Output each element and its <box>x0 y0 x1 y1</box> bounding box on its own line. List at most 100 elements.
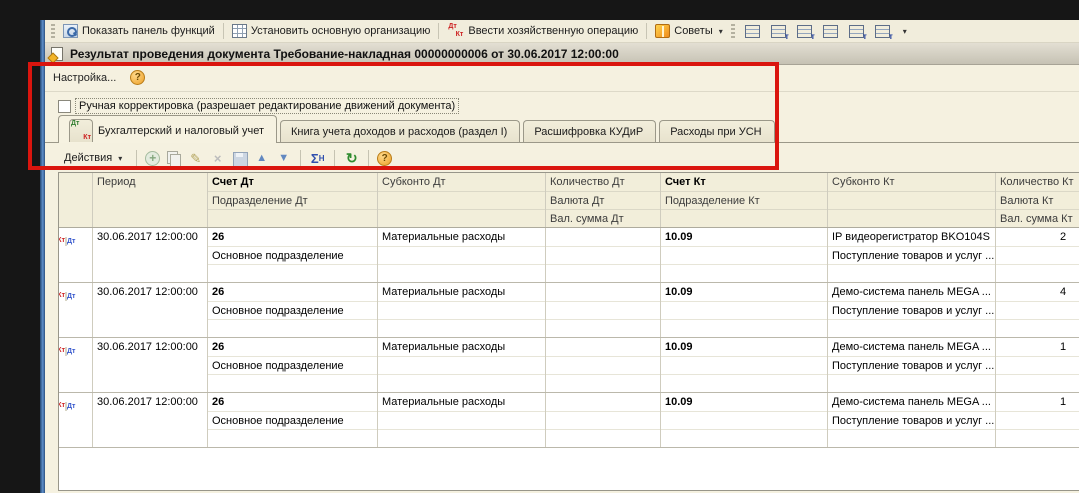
cell-period: 30.06.2017 12:00:00 <box>93 338 208 392</box>
toolbar-grip[interactable] <box>51 24 55 38</box>
actions-menu-button[interactable]: Действия ▾ <box>58 149 128 167</box>
document-arrow-icon[interactable] <box>823 25 838 38</box>
enter-operation-button[interactable]: Дт Кт Ввести хозяйственную операцию <box>443 21 642 41</box>
organization-grid-icon <box>232 24 247 38</box>
tab-label: Бухгалтерский и налоговый учет <box>98 125 264 137</box>
cell-account-kt: 10.09 <box>661 393 828 447</box>
cell-quantity-kt: 1 <box>996 338 1079 392</box>
cell-account-dt: 26Основное подразделение <box>208 283 378 337</box>
cell-account-kt: 10.09 <box>661 338 828 392</box>
tips-button[interactable]: Советы ▾ <box>651 22 727 40</box>
tips-book-icon <box>655 24 670 38</box>
cell-account-dt: 26Основное подразделение <box>208 338 378 392</box>
cell-quantity-dt <box>546 228 661 282</box>
edit-row-icon[interactable]: ✎ <box>187 150 204 167</box>
actions-menu-label: Действия <box>64 152 112 164</box>
show-function-panel-button[interactable]: Показать панель функций <box>59 22 219 40</box>
totals-icon[interactable]: ΣН <box>309 150 326 167</box>
tab-panel: Действия ▾ + ✎ × ▲ ▼ ΣН ↻ ? <box>45 142 1079 493</box>
copy-row-icon[interactable] <box>165 150 182 167</box>
dtkt-red-icon: Дт Кт <box>447 23 464 39</box>
actions-toolbar: Действия ▾ + ✎ × ▲ ▼ ΣН ↻ ? <box>58 146 392 170</box>
show-function-panel-label: Показать панель функций <box>82 25 215 37</box>
postings-table: Период Счет Дт Подразделение Дт Субконто… <box>58 172 1079 491</box>
cell-quantity-kt: 2 <box>996 228 1079 282</box>
cell-account-dt: 26Основное подразделение <box>208 228 378 282</box>
manual-correction-label[interactable]: Ручная корректировка (разрешает редактир… <box>75 98 459 114</box>
list-t-icon[interactable]: т <box>849 25 864 38</box>
cell-subconto-dt: Материальные расходы <box>378 338 546 392</box>
cell-account-kt: 10.09 <box>661 228 828 282</box>
tab-income-expense-book[interactable]: Книга учета доходов и расходов (раздел I… <box>280 120 520 143</box>
tab-bar: Дт Кт Бухгалтерский и налоговый учет Кни… <box>58 115 775 143</box>
cell-account-dt: 26Основное подразделение <box>208 393 378 447</box>
table-row[interactable]: ДтКт 30.06.2017 12:00:00 26Основное подр… <box>59 393 1079 448</box>
cell-subconto-kt: Демо-система панель MEGA ...Поступление … <box>828 283 996 337</box>
posting-dtkt-icon: ДтКт <box>65 402 67 411</box>
toolbar-separator <box>223 23 224 39</box>
set-main-organization-button[interactable]: Установить основную организацию <box>228 22 435 40</box>
document-title: Результат проведения документа Требовани… <box>70 47 619 61</box>
toolbar-grip[interactable] <box>731 24 735 38</box>
screen: Показать панель функций Установить основ… <box>0 0 1079 493</box>
settings-row: Настройка... ? <box>53 70 145 85</box>
table-row[interactable]: ДтКт 30.06.2017 12:00:00 26Основное подр… <box>59 228 1079 283</box>
actions-separator <box>334 150 335 166</box>
app-toolbar: Показать панель функций Установить основ… <box>45 20 1079 43</box>
move-up-icon[interactable]: ▲ <box>253 150 270 167</box>
cell-period: 30.06.2017 12:00:00 <box>93 228 208 282</box>
settings-help-icon[interactable]: ? <box>130 70 145 85</box>
posting-dtkt-icon: ДтКт <box>65 292 67 301</box>
set-main-organization-label: Установить основную организацию <box>251 25 431 37</box>
tab-kudir-detail[interactable]: Расшифровка КУДиР <box>523 120 656 143</box>
save-icon[interactable] <box>231 150 248 167</box>
cell-subconto-dt: Материальные расходы <box>378 393 546 447</box>
tab-accounting-tax[interactable]: Дт Кт Бухгалтерский и налоговый учет <box>58 115 277 143</box>
manual-correction-row: Ручная корректировка (разрешает редактир… <box>58 98 459 114</box>
refresh-icon[interactable]: ↻ <box>343 150 360 167</box>
actions-separator <box>300 150 301 166</box>
actions-separator <box>368 150 369 166</box>
posting-dtkt-icon: ДтКт <box>65 237 67 246</box>
settings-divider <box>45 91 1079 92</box>
document-t-icon[interactable]: т <box>797 25 812 38</box>
cell-quantity-dt <box>546 338 661 392</box>
tab-label: Расходы при УСН <box>670 126 761 138</box>
picture-t-icon[interactable]: т <box>875 25 890 38</box>
header-quantity-kt[interactable]: Количество Кт Валюта Кт Вал. сумма Кт <box>996 173 1079 227</box>
table-row[interactable]: ДтКт 30.06.2017 12:00:00 26Основное подр… <box>59 338 1079 393</box>
cell-quantity-dt <box>546 393 661 447</box>
toolbar-separator <box>438 23 439 39</box>
tips-dropdown-icon[interactable]: ▾ <box>719 27 723 36</box>
header-account-dt[interactable]: Счет Дт Подразделение Дт <box>208 173 378 227</box>
cell-subconto-kt: IP видеорегистратор BKO104SПоступление т… <box>828 228 996 282</box>
document-title-bar: Результат проведения документа Требовани… <box>45 43 1079 65</box>
dtkt-tab-icon: Дт Кт <box>69 119 93 142</box>
header-quantity-dt[interactable]: Количество Дт Валюта Дт Вал. сумма Дт <box>546 173 661 227</box>
move-down-icon[interactable]: ▼ <box>275 150 292 167</box>
cell-quantity-dt <box>546 283 661 337</box>
add-row-icon[interactable]: + <box>145 151 160 166</box>
settings-link[interactable]: Настройка... <box>53 72 116 84</box>
cell-account-kt: 10.09 <box>661 283 828 337</box>
table-row[interactable]: ДтКт 30.06.2017 12:00:00 26Основное подр… <box>59 283 1079 338</box>
header-period[interactable]: Период <box>93 173 208 227</box>
actions-help-icon[interactable]: ? <box>377 151 392 166</box>
cell-subconto-dt: Материальные расходы <box>378 228 546 282</box>
cell-subconto-dt: Материальные расходы <box>378 283 546 337</box>
cell-subconto-kt: Демо-система панель MEGA ...Поступление … <box>828 338 996 392</box>
table-output-icon[interactable] <box>745 25 760 38</box>
tab-label: Расшифровка КУДиР <box>534 126 643 138</box>
icons-dropdown-icon[interactable]: ▾ <box>903 27 907 36</box>
header-icon-column[interactable] <box>59 173 93 227</box>
tab-usn-expenses[interactable]: Расходы при УСН <box>659 120 774 143</box>
cell-quantity-kt: 4 <box>996 283 1079 337</box>
table-output-t-icon[interactable]: т <box>771 25 786 38</box>
delete-row-icon[interactable]: × <box>209 150 226 167</box>
header-subconto-dt[interactable]: Субконто Дт <box>378 173 546 227</box>
header-account-kt[interactable]: Счет Кт Подразделение Кт <box>661 173 828 227</box>
manual-correction-checkbox[interactable] <box>58 100 71 113</box>
toolbar-separator <box>646 23 647 39</box>
form-area: Настройка... ? Ручная корректировка (раз… <box>45 65 1079 493</box>
header-subconto-kt[interactable]: Субконто Кт <box>828 173 996 227</box>
